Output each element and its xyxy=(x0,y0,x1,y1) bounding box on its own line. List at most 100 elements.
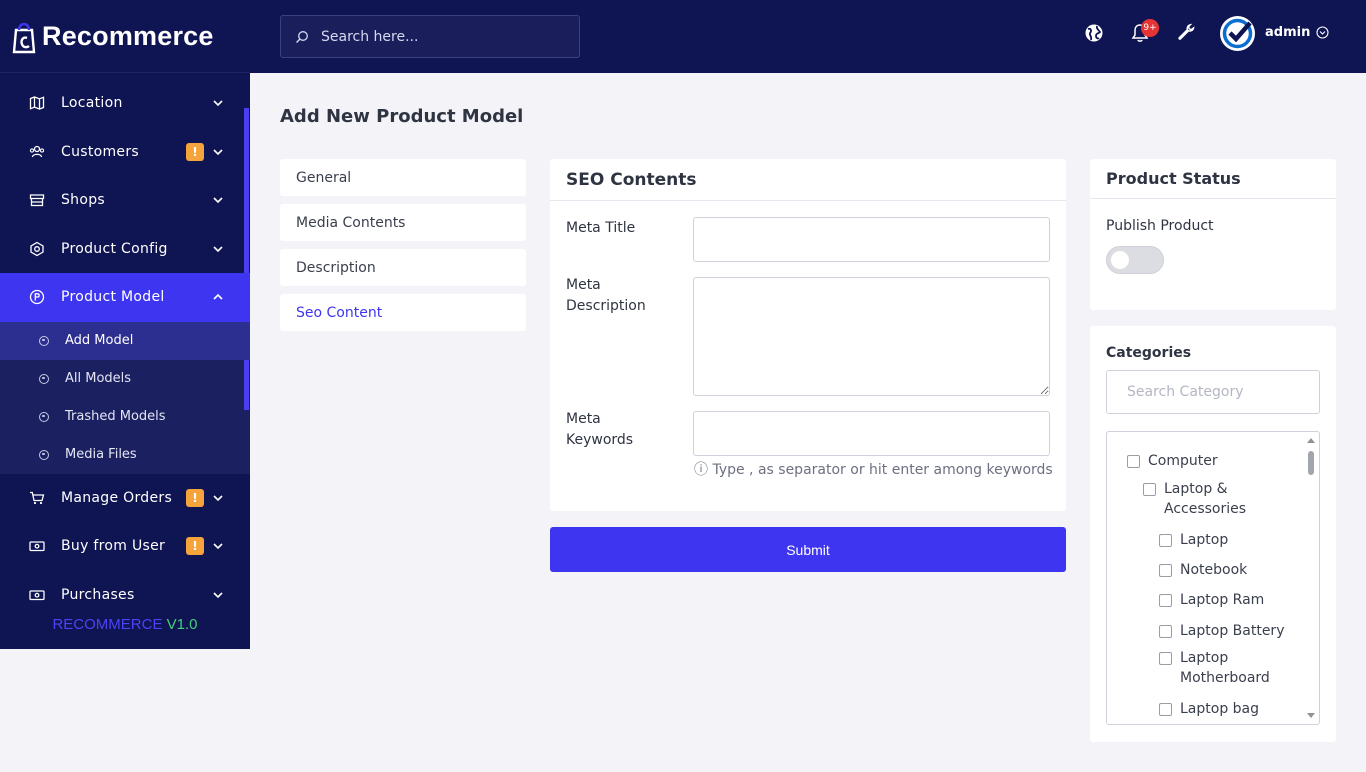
categories-card: Categories Computer Laptop & Accessories… xyxy=(1090,326,1336,742)
chevron-down-icon xyxy=(213,495,223,501)
alert-badge: ! xyxy=(186,142,204,161)
tab-seo-content[interactable]: Seo Content xyxy=(280,294,526,331)
bullet-icon xyxy=(39,335,49,346)
category-item[interactable]: Computer xyxy=(1127,451,1218,471)
search-icon xyxy=(296,30,308,43)
meta-title-label: Meta Title xyxy=(566,220,636,236)
bullet-icon xyxy=(39,449,49,460)
user-name[interactable]: admin xyxy=(1265,25,1310,40)
avatar[interactable] xyxy=(1220,16,1255,51)
category-label: Laptop Battery xyxy=(1180,623,1285,639)
tab-general[interactable]: General xyxy=(280,159,526,196)
category-label: Laptop xyxy=(1180,532,1229,548)
category-checkbox[interactable] xyxy=(1159,703,1172,716)
bullet-icon xyxy=(39,373,49,384)
meta-description-textarea[interactable] xyxy=(693,277,1050,396)
sidebar: Recommerce Location Customers ! Shops Pr… xyxy=(0,0,250,649)
sidebar-item-label: Shops xyxy=(61,192,106,209)
alert-badge: ! xyxy=(186,488,204,507)
categories-label: Categories xyxy=(1106,345,1192,361)
sidebar-item-shops[interactable]: Shops xyxy=(0,176,250,225)
sidebar-item-buy-from-user[interactable]: Buy from User ! xyxy=(0,522,250,571)
category-checkbox[interactable] xyxy=(1159,564,1172,577)
category-item[interactable]: Laptop xyxy=(1159,530,1228,550)
chevron-up-icon xyxy=(213,294,223,300)
sidebar-item-purchases[interactable]: Purchases xyxy=(0,571,250,620)
sidebar-item-location[interactable]: Location xyxy=(0,79,250,128)
sidebar-nav: Location Customers ! Shops Product Confi… xyxy=(0,79,250,619)
submit-button[interactable]: Submit xyxy=(550,527,1066,572)
chevron-down-circle-icon[interactable] xyxy=(1316,26,1329,39)
sidebar-subitem-add-model[interactable]: Add Model xyxy=(0,321,250,360)
sidebar-item-product-config[interactable]: Product Config xyxy=(0,225,250,274)
page-title: Add New Product Model xyxy=(280,106,524,127)
chevron-down-icon xyxy=(213,543,223,550)
category-label: Laptop & Accessories xyxy=(1164,481,1247,517)
product-icon xyxy=(29,289,45,305)
sidebar-item-customers[interactable]: Customers ! xyxy=(0,128,250,177)
meta-title-input[interactable] xyxy=(693,217,1050,262)
config-icon xyxy=(29,241,45,257)
sidebar-item-label: Purchases xyxy=(61,586,135,603)
scroll-up-arrow-icon[interactable] xyxy=(1307,438,1315,443)
tab-description[interactable]: Description xyxy=(280,249,526,286)
chevron-down-icon xyxy=(213,246,223,252)
category-scrollbar[interactable] xyxy=(1306,433,1318,723)
sidebar-item-manage-orders[interactable]: Manage Orders ! xyxy=(0,474,250,523)
cash-icon xyxy=(29,538,45,554)
category-item[interactable]: Laptop Ram xyxy=(1159,590,1264,610)
sidebar-subitem-trashed-models[interactable]: Trashed Models xyxy=(0,398,250,436)
publish-product-label: Publish Product xyxy=(1106,218,1214,234)
category-item[interactable]: Laptop Motherboard xyxy=(1159,648,1270,688)
category-item[interactable]: Notebook xyxy=(1159,560,1247,580)
seo-contents-card: SEO Contents Meta Title Meta Description… xyxy=(550,159,1066,511)
sidebar-subitem-all-models[interactable]: All Models xyxy=(0,360,250,398)
category-checkbox[interactable] xyxy=(1127,455,1140,468)
cart-icon xyxy=(29,490,45,506)
toggle-knob xyxy=(1111,251,1129,269)
publish-toggle[interactable] xyxy=(1106,246,1164,274)
category-item[interactable]: Laptop Battery xyxy=(1159,621,1284,641)
search-input[interactable] xyxy=(321,28,561,45)
alert-badge: ! xyxy=(186,537,204,556)
sidebar-subitem-label: Add Model xyxy=(65,333,134,348)
app-version: RECOMMERCE V1.0 xyxy=(0,616,250,633)
category-label: Notebook xyxy=(1180,562,1248,578)
version-number: V1.0 xyxy=(166,616,198,633)
scroll-thumb[interactable] xyxy=(1308,451,1314,475)
sidebar-item-label: Customers xyxy=(61,143,139,160)
category-checkbox[interactable] xyxy=(1159,625,1172,638)
brand-name: Recommerce xyxy=(42,20,214,51)
version-name: RECOMMERCE xyxy=(52,616,163,633)
search-box[interactable] xyxy=(280,15,580,58)
bullet-icon xyxy=(39,411,49,422)
scroll-down-arrow-icon[interactable] xyxy=(1307,713,1315,718)
brand-logo-icon xyxy=(12,22,36,54)
category-checkbox[interactable] xyxy=(1159,652,1172,665)
cash-icon xyxy=(29,587,45,603)
category-checkbox[interactable] xyxy=(1143,483,1156,496)
sidebar-item-label: Product Config xyxy=(61,240,168,257)
category-label: Laptop Ram xyxy=(1180,592,1265,608)
tab-media-contents[interactable]: Media Contents xyxy=(280,204,526,241)
sidebar-subitem-label: Media Files xyxy=(65,447,137,462)
category-tree: Computer Laptop & Accessories Laptop Not… xyxy=(1106,431,1320,725)
wrench-icon[interactable] xyxy=(1176,23,1196,43)
seo-heading: SEO Contents xyxy=(550,159,1066,201)
category-item[interactable]: Laptop & Accessories xyxy=(1143,479,1273,519)
sidebar-subitem-label: All Models xyxy=(65,371,132,386)
meta-keywords-input[interactable] xyxy=(693,411,1050,456)
category-checkbox[interactable] xyxy=(1159,594,1172,607)
meta-description-label: Meta Description xyxy=(566,277,646,314)
shop-icon xyxy=(29,192,45,208)
sidebar-item-label: Manage Orders xyxy=(61,489,173,506)
sidebar-item-product-model[interactable]: Product Model xyxy=(0,273,250,322)
globe-icon[interactable] xyxy=(1084,23,1104,43)
category-item[interactable]: Laptop bag xyxy=(1159,699,1259,719)
category-label: Laptop bag xyxy=(1180,701,1260,717)
brand[interactable]: Recommerce xyxy=(0,0,250,73)
sidebar-subitem-media-files[interactable]: Media Files xyxy=(0,436,250,474)
category-checkbox[interactable] xyxy=(1159,534,1172,547)
category-search-input[interactable] xyxy=(1106,370,1320,414)
keywords-hint: ⓘ Type , as separator or hit enter among… xyxy=(694,462,1053,478)
